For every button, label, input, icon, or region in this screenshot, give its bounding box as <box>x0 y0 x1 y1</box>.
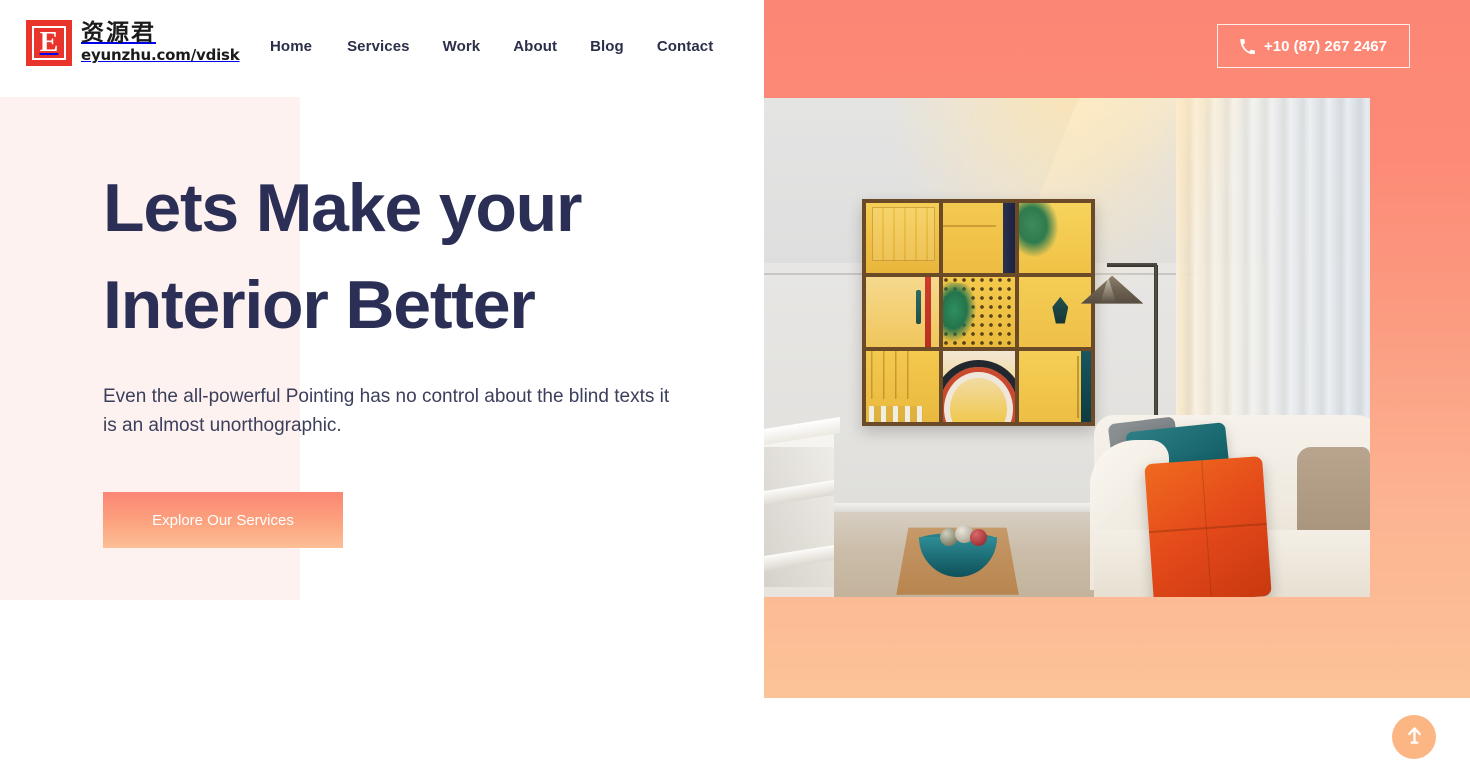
artwork-cell <box>866 277 939 348</box>
arrow-up-icon <box>1406 726 1423 748</box>
artwork-grid <box>866 202 1092 422</box>
explore-our-services-button[interactable]: Explore Our Services <box>103 492 343 549</box>
scroll-to-top-button[interactable] <box>1392 715 1436 759</box>
hero-headline-line-1: Lets Make your <box>103 170 582 246</box>
framed-artwork <box>862 198 1096 426</box>
logo-chinese-name: 资源君 <box>81 20 156 46</box>
artwork-cell <box>942 277 1016 348</box>
nav-item-blog[interactable]: Blog <box>590 38 657 55</box>
main-navigation: Home Services Work About Blog Contact <box>270 0 746 92</box>
nav-item-home[interactable]: Home <box>270 38 347 55</box>
logo-mark-icon: E <box>26 20 72 66</box>
hero-headline: Lets Make your Interior Better <box>103 160 723 353</box>
artwork-cell <box>1019 277 1092 348</box>
nav-item-work[interactable]: Work <box>443 38 514 55</box>
artwork-cell <box>1019 351 1092 422</box>
cushion-orange <box>1144 455 1272 597</box>
room-scene <box>764 98 1370 597</box>
artwork-cell <box>1019 202 1092 274</box>
hero-image <box>764 98 1370 597</box>
phone-icon <box>1240 38 1255 54</box>
artwork-cell <box>942 351 1016 422</box>
site-header: E 资源君 eyunzhu.com/vdisk Home Services Wo… <box>0 0 1470 92</box>
page-root: E 资源君 eyunzhu.com/vdisk Home Services Wo… <box>0 0 1470 780</box>
artwork-cell <box>866 202 939 274</box>
floor-lamp-arm <box>1106 262 1158 267</box>
logo-text: 资源君 eyunzhu.com/vdisk <box>81 20 240 65</box>
nav-item-contact[interactable]: Contact <box>657 38 747 55</box>
decorative-ball <box>970 529 987 547</box>
hero-headline-line-2: Interior Better <box>103 266 536 343</box>
nav-item-about[interactable]: About <box>513 38 590 55</box>
phone-button[interactable]: +10 (87) 267 2467 <box>1216 24 1410 68</box>
logo-letter: E <box>32 26 66 60</box>
site-logo[interactable]: E 资源君 eyunzhu.com/vdisk <box>26 20 240 66</box>
hero-subtext: Even the all-powerful Pointing has no co… <box>103 386 670 436</box>
artwork-cell <box>942 202 1016 274</box>
logo-url: eyunzhu.com/vdisk <box>81 46 240 64</box>
phone-number: +10 (87) 267 2467 <box>1263 37 1387 55</box>
hero-content: Lets Make your Interior Better Even the … <box>103 160 723 549</box>
nav-item-services[interactable]: Services <box>347 38 443 55</box>
artwork-cell <box>866 351 939 422</box>
